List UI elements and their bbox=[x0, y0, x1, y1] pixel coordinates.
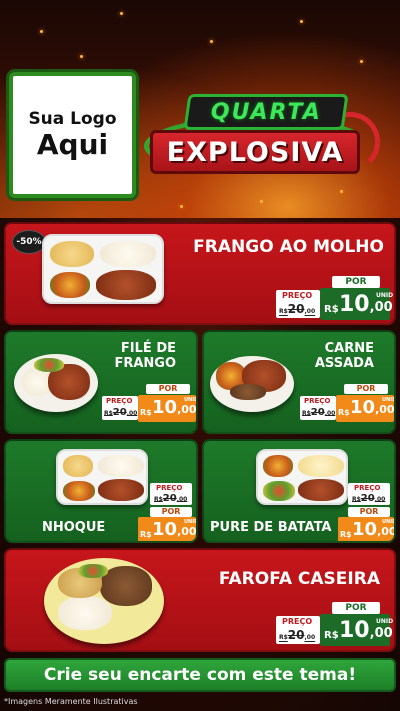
preco-label: PREÇO bbox=[106, 397, 133, 405]
preco-label: PREÇO bbox=[156, 484, 183, 492]
promo-badge: QUARTA EXPLOSIVA bbox=[144, 90, 380, 190]
old-price: R$20,00 bbox=[154, 493, 188, 504]
preco-label: PREÇO bbox=[282, 291, 313, 300]
product-card-pure-de-batata[interactable]: PURE DE BATATA PREÇO R$20,00 POR R$ 10,0… bbox=[202, 439, 396, 543]
product-name: FRANGO AO MOLHO bbox=[193, 237, 384, 257]
price-tag: PREÇO R$20,00 POR R$ 10,00 UNID bbox=[138, 471, 198, 541]
por-label: POR bbox=[332, 276, 380, 288]
food-image bbox=[42, 234, 164, 304]
food-image bbox=[256, 449, 348, 505]
price-tag: POR PREÇO R$20,00 R$ 10,00 UNID bbox=[102, 384, 196, 422]
price-tag: POR PREÇO R$20,00 R$ 10,00 UNID bbox=[276, 600, 394, 646]
food-image bbox=[210, 356, 294, 412]
currency: R$ bbox=[140, 408, 152, 417]
old-price: R$20,00 bbox=[104, 407, 138, 418]
price-tag: PREÇO R$20,00 POR R$ 10,00 UNID bbox=[338, 471, 396, 541]
product-card-nhoque[interactable]: NHOQUE PREÇO R$20,00 POR R$ 10,00 UNID bbox=[4, 439, 198, 543]
logo-text-line1: Sua Logo bbox=[28, 109, 117, 130]
product-card-file-de-frango[interactable]: FILÉ DE FRANGO POR PREÇO R$20,00 R$ 10,0… bbox=[4, 330, 198, 434]
currency: R$ bbox=[324, 304, 339, 315]
price-tag: POR PREÇO R$20,00 R$ 10,00 UNID bbox=[276, 274, 394, 320]
old-price: R$20,00 bbox=[279, 302, 316, 316]
product-name: NHOQUE bbox=[42, 520, 106, 535]
badge-bottom: EXPLOSIVA bbox=[150, 130, 360, 174]
hero-banner: Sua Logo Aqui QUARTA EXPLOSIVA bbox=[0, 0, 400, 218]
currency: R$ bbox=[340, 530, 352, 539]
unid-label: UNID bbox=[184, 519, 198, 525]
food-image bbox=[14, 354, 98, 412]
unid-label: UNID bbox=[382, 397, 396, 403]
cta-banner[interactable]: Crie seu encarte com este tema! bbox=[4, 658, 396, 692]
old-price: R$20,00 bbox=[279, 628, 316, 642]
unid-label: UNID bbox=[184, 397, 198, 403]
por-label: POR bbox=[348, 507, 390, 517]
badge-bottom-text: EXPLOSIVA bbox=[166, 136, 344, 168]
product-name: FAROFA CASEIRA bbox=[218, 569, 380, 589]
preco-label: PREÇO bbox=[354, 484, 381, 492]
old-price: R$20,00 bbox=[352, 493, 386, 504]
currency: R$ bbox=[324, 630, 339, 641]
product-card-carne-assada[interactable]: CARNE ASSADA POR PREÇO R$20,00 R$ 10,00 … bbox=[202, 330, 396, 434]
logo-text-line2: Aqui bbox=[36, 127, 109, 161]
food-image bbox=[56, 449, 148, 505]
por-label: POR bbox=[332, 602, 380, 614]
badge-top-text: QUARTA bbox=[210, 99, 322, 125]
footnote: *Imagens Meramente Ilustrativas bbox=[4, 697, 138, 706]
por-label: POR bbox=[150, 507, 192, 517]
badge-top: QUARTA bbox=[183, 94, 349, 130]
product-card-farofa-caseira[interactable]: FAROFA CASEIRA POR PREÇO R$20,00 R$ 10,0… bbox=[4, 548, 396, 652]
old-price: R$20,00 bbox=[302, 407, 336, 418]
por-label: POR bbox=[146, 384, 190, 394]
logo-placeholder[interactable]: Sua Logo Aqui bbox=[9, 72, 136, 198]
preco-label: PREÇO bbox=[304, 397, 331, 405]
currency: R$ bbox=[338, 408, 350, 417]
product-name: FILÉ DE FRANGO bbox=[114, 341, 176, 371]
product-name: PURE DE BATATA bbox=[210, 520, 332, 535]
discount-badge: -50% bbox=[12, 230, 46, 254]
preco-label: PREÇO bbox=[282, 617, 313, 626]
unid-label: UNID bbox=[382, 519, 396, 525]
unid-label: UNID bbox=[376, 292, 394, 299]
currency: R$ bbox=[140, 530, 152, 539]
product-card-frango-ao-molho[interactable]: -50% FRANGO AO MOLHO POR PREÇO R$20,00 R… bbox=[4, 222, 396, 325]
por-label: POR bbox=[344, 384, 388, 394]
product-name: CARNE ASSADA bbox=[314, 341, 374, 371]
unid-label: UNID bbox=[376, 618, 394, 625]
food-image bbox=[44, 558, 164, 644]
price-tag: POR PREÇO R$20,00 R$ 10,00 UNID bbox=[300, 384, 394, 422]
